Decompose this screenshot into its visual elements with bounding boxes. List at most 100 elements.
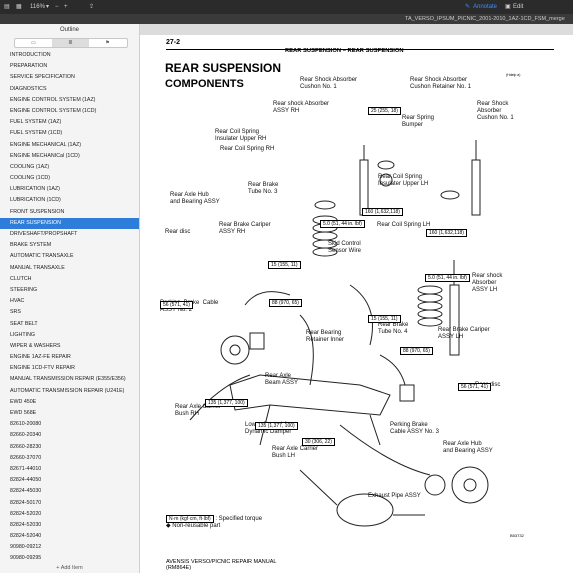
outline-item[interactable]: 90980-09295 [0,553,139,564]
outline-item[interactable]: LUBRICATION (1AZ) [0,184,139,195]
torque-spec-box: 88 (970, 65) [400,347,433,355]
share-icon[interactable]: ⇪ [89,3,94,11]
document-tab-bar: TA_VERSO_IPSUM_PICNIC_2001-2010_1AZ-1CD_… [0,14,573,24]
outline-item[interactable]: SEAT BELT [0,319,139,330]
diagram-label: Rear Axle Carrier Bush LH [272,446,319,459]
outline-item[interactable]: AUTOMATIC TRANSAXLE [0,251,139,262]
outline-item[interactable]: WIPER & WASHERS [0,341,139,352]
outline-item[interactable]: AUTOMATIC TRANSMISSION REPAIR (U241E) [0,386,139,397]
outline-item[interactable]: COOLING (1AZ) [0,162,139,173]
toolbar: ▤ ▦ 116% ▾ − + ⇪ ✎ Annotate ▣ Edit [0,0,573,14]
outline-item[interactable]: PREPARATION [0,61,139,72]
torque-spec-box: 5.0 (51, 44 in. lbf) [320,220,365,228]
outline-item[interactable]: HVAC [0,296,139,307]
torque-spec-box: 135 (1,377, 100) [255,422,298,430]
outline-item[interactable]: COOLING (1CD) [0,173,139,184]
outline-item[interactable]: 82660-20340 [0,430,139,441]
outline-item[interactable]: ENGINE CONTROL SYSTEM (1AZ) [0,95,139,106]
outline-item[interactable]: INTRODUCTION [0,50,139,61]
diagram-label: Rear disc [165,229,191,235]
sidebar-view-tabs: ▭ ≣ ⚑ [14,38,128,48]
diagram-label: Rear Brake Cariper ASSY RH [219,222,271,235]
document-tab-title[interactable]: TA_VERSO_IPSUM_PICNIC_2001-2010_1AZ-1CD_… [405,14,565,24]
zoom-chevron-icon[interactable]: ▾ [46,3,49,11]
torque-spec-box: 160 (1,632,118) [426,229,467,237]
outline-item[interactable]: 82671-44010 [0,464,139,475]
outline-item[interactable]: FUEL SYSTEM (1AZ) [0,117,139,128]
torque-spec-box: 160 (1,632,118) [362,208,403,216]
zoom-out-icon[interactable]: − [55,3,59,11]
thumbnails-tab-icon[interactable]: ▭ [15,39,52,47]
outline-item[interactable]: ENGINE 1CD-FTV REPAIR [0,363,139,374]
outline-item[interactable]: 82660-37070 [0,453,139,464]
view-icon[interactable]: ▦ [16,3,22,11]
outline-item[interactable]: MANUAL TRANSMISSION REPAIR (E355/E356) [0,374,139,385]
torque-spec-box: 30 (306, 22) [302,438,335,446]
legend-torque-desc: : Specified torque [215,516,263,522]
diagram-label: Exhaust Pipe ASSY [368,493,421,499]
diagram-label: Rear Shock Absorber Cushon No. 1 [300,77,358,90]
annotate-button[interactable]: Annotate [473,3,497,11]
annotate-icon[interactable]: ✎ [465,3,470,11]
outline-item[interactable]: SRS [0,307,139,318]
outline-item[interactable]: EWD 450E [0,397,139,408]
diagram-label: Rear Brake Cariper ASSY LH [438,327,490,340]
outline-item[interactable]: LIGHTING [0,330,139,341]
outline-item[interactable]: 82824-52020 [0,509,139,520]
diagram-label: Rear Axle Hub and Bearing ASSY [443,441,493,454]
diagram-label: Rear Coil Spring Insulater Upper RH [215,129,267,142]
torque-spec-box: 56 (571, 41) [458,383,491,391]
diagram-label: Rear Brake Tube No. 4 [378,322,409,335]
outline-item[interactable]: EWD 568E [0,408,139,419]
outline-item[interactable]: MANUAL TRANSAXLE [0,263,139,274]
diagram-label: Rear Coil Spring RH [220,146,275,152]
outline-item[interactable]: BRAKE SYSTEM [0,240,139,251]
outline-sidebar: Outline ▭ ≣ ⚑ INTRODUCTION PREPARATION SER… [0,24,140,573]
outline-tab-icon[interactable]: ≣ [52,39,89,47]
outline-item[interactable]: CLUTCH [0,274,139,285]
outline-item[interactable]: 90980-09212 [0,542,139,553]
outline-item[interactable]: 82824-45030 [0,486,139,497]
legend-torque-box: N·m (kgf·cm, ft·lbf) [166,515,214,523]
diagram-label: Rear Coil Spring LH [377,222,431,228]
outline-item[interactable]: LUBRICATION (1CD) [0,195,139,206]
outline-item[interactable]: SERVICE SPECIFICATION [0,72,139,83]
torque-spec-box: 135 (1,377, 100) [205,399,248,407]
zoom-in-icon[interactable]: + [64,3,68,11]
figure-code: B53732 [510,533,524,538]
outline-item[interactable]: 82610-20080 [0,419,139,430]
outline-item[interactable]: 82660-28230 [0,442,139,453]
outline-item[interactable]: ENGINE CONTROL SYSTEM (1CD) [0,106,139,117]
bookmarks-tab-icon[interactable]: ⚑ [89,39,126,47]
outline-item[interactable]: 82824-52040 [0,531,139,542]
sidebar-toggle-icon[interactable]: ▤ [4,3,10,11]
diagram-label: Rear Shock Absorber Cushon No. 1 [477,101,514,121]
outline-item[interactable]: ENGINE 1AZ-FE REPAIR [0,352,139,363]
edit-button[interactable]: Edit [513,3,523,11]
outline-item[interactable]: DRIVESHAFT/PROPSHAFT [0,229,139,240]
page-footer: AVENSIS VERSO/PICNIC REPAIR MANUAL (RM86… [166,559,276,571]
outline-item[interactable]: ENGINE MECHANICAL (1AZ) [0,140,139,151]
legend: N·m (kgf·cm, ft·lbf) : Specified torque … [166,515,262,530]
diagram-label: Rear Axle Hub and Bearing ASSY [170,192,220,205]
outline-item[interactable]: REAR SUSPENSION [0,217,139,229]
outline-item[interactable]: FUEL SYSTEM (1CD) [0,128,139,139]
edit-icon[interactable]: ▣ [505,3,511,11]
page-header-title: REAR SUSPENSION – REAR SUSPENSION [285,48,404,54]
diagram-label: Rear shock Absorber ASSY RH [273,101,330,114]
torque-spec-box: 15 (155, 11) [268,261,301,269]
outline-item[interactable]: DIAGNOSTICS [0,84,139,95]
diagram-label: Perking Brake Cable ASSY No. 3 [390,422,439,435]
outline-item[interactable]: STEERING [0,285,139,296]
outline-item[interactable]: ENGINE MECHANICal (1CD) [0,151,139,162]
diagram-label: Rear Axle Beam ASSY [265,373,299,386]
outline-item[interactable]: 82824-44050 [0,475,139,486]
outline-item[interactable]: FRONT SUSPENSION [0,207,139,218]
outline-item[interactable]: 82824-50170 [0,498,139,509]
outline-item[interactable]: 82824-52030 [0,520,139,531]
outline-title: Outline [59,27,79,33]
add-item-button[interactable]: + Add Item [0,565,139,571]
zoom-level[interactable]: 116% [30,3,45,11]
torque-spec-box: 56 (571, 41) [160,301,193,309]
diagram-label: Rear Brake Tube No. 3 [248,182,279,195]
